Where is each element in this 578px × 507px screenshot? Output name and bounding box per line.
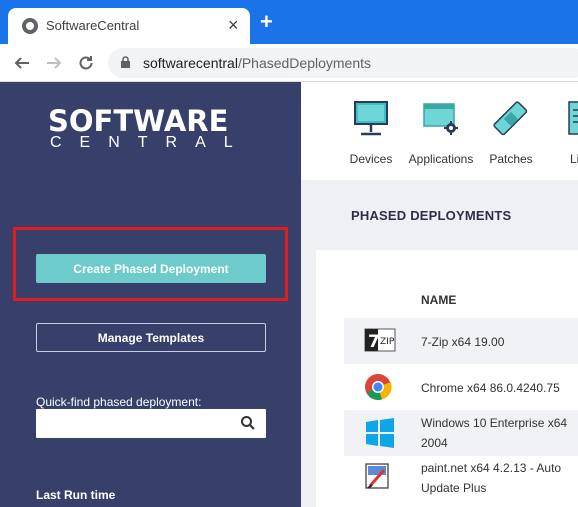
nav-patches[interactable]: Patches xyxy=(471,100,551,166)
nav-devices-label: Devices xyxy=(349,152,393,166)
main-content: PHASED DEPLOYMENTS NAME 7 ZIP 7-Zip x64 1… xyxy=(301,180,578,507)
svg-text:ZIP: ZIP xyxy=(380,337,395,347)
back-arrow-icon xyxy=(14,57,29,69)
monitor-icon xyxy=(354,101,388,136)
paintnet-icon xyxy=(365,463,389,489)
nav-applications[interactable]: Applications xyxy=(401,100,481,166)
row-name: Chrome x64 86.0.4240.75 xyxy=(421,381,560,395)
nav-licenses-label: Lice xyxy=(569,152,578,166)
address-bar[interactable]: softwarecentral/PhasedDeployments xyxy=(108,48,578,78)
quickfind-input[interactable] xyxy=(36,409,266,438)
create-phased-deployment-button[interactable]: Create Phased Deployment xyxy=(36,254,266,283)
close-tab-icon[interactable]: × xyxy=(228,16,239,34)
column-header-name[interactable]: NAME xyxy=(421,293,456,307)
svg-text:7: 7 xyxy=(368,332,380,352)
deployments-card: NAME 7 ZIP 7-Zip x64 19.00 Chrome x64 86.… xyxy=(316,250,578,507)
table-row[interactable]: 7 ZIP 7-Zip x64 19.00 xyxy=(344,318,578,364)
reload-icon xyxy=(79,56,93,70)
url-text: softwarecentral/PhasedDeployments xyxy=(143,55,371,71)
url-host: softwarecentral xyxy=(143,55,238,71)
page-title: PHASED DEPLOYMENTS xyxy=(351,208,512,223)
browser-tab-bar: SoftwareCentral × + xyxy=(0,0,578,44)
lock-icon xyxy=(121,56,130,68)
browser-tab[interactable]: SoftwareCentral × xyxy=(8,8,250,44)
url-path: /PhasedDeployments xyxy=(237,55,372,71)
quickfind-label: Quick-find phased deployment: xyxy=(36,395,202,409)
patches-icon xyxy=(493,101,528,136)
nav-licenses[interactable]: Lice xyxy=(541,100,578,166)
forward-button[interactable] xyxy=(42,51,66,75)
logo-central: CENTRAL xyxy=(50,134,251,151)
table-row[interactable]: paint.net x64 4.2.13 - Auto Update Plus xyxy=(344,456,578,507)
row-name: 7-Zip x64 19.00 xyxy=(421,335,505,349)
sidebar: SOFTWARE CENTRAL Create Phased Deploymen… xyxy=(0,82,301,507)
licenses-icon xyxy=(568,101,578,135)
nav-devices[interactable]: Devices xyxy=(331,100,411,166)
logo-software: SOFTWARE xyxy=(48,104,229,138)
chrome-icon xyxy=(365,374,392,400)
search-icon[interactable] xyxy=(240,415,256,431)
new-tab-icon[interactable]: + xyxy=(260,11,273,33)
7zip-icon: 7 ZIP xyxy=(364,328,396,352)
windows-icon xyxy=(366,418,394,448)
tab-title: SoftwareCentral xyxy=(46,18,140,33)
nav-applications-label: Applications xyxy=(408,152,474,166)
top-nav: Devices Applications Patches Lice xyxy=(301,82,578,180)
manage-templates-button[interactable]: Manage Templates xyxy=(36,323,266,352)
forward-arrow-icon xyxy=(47,57,62,69)
reload-button[interactable] xyxy=(74,51,98,75)
favicon-icon xyxy=(22,18,38,34)
back-button[interactable] xyxy=(10,51,34,75)
row-name: paint.net x64 4.2.13 - Auto Update Plus xyxy=(421,461,562,495)
applications-icon xyxy=(423,103,458,135)
table-row[interactable]: Windows 10 Enterprise x64 2004 xyxy=(344,410,578,456)
table-row[interactable]: Chrome x64 86.0.4240.75 xyxy=(344,364,578,410)
nav-patches-label: Patches xyxy=(489,152,533,166)
last-run-label: Last Run time xyxy=(36,488,116,502)
browser-toolbar: softwarecentral/PhasedDeployments xyxy=(0,44,578,82)
row-name: Windows 10 Enterprise x64 2004 xyxy=(421,416,568,450)
